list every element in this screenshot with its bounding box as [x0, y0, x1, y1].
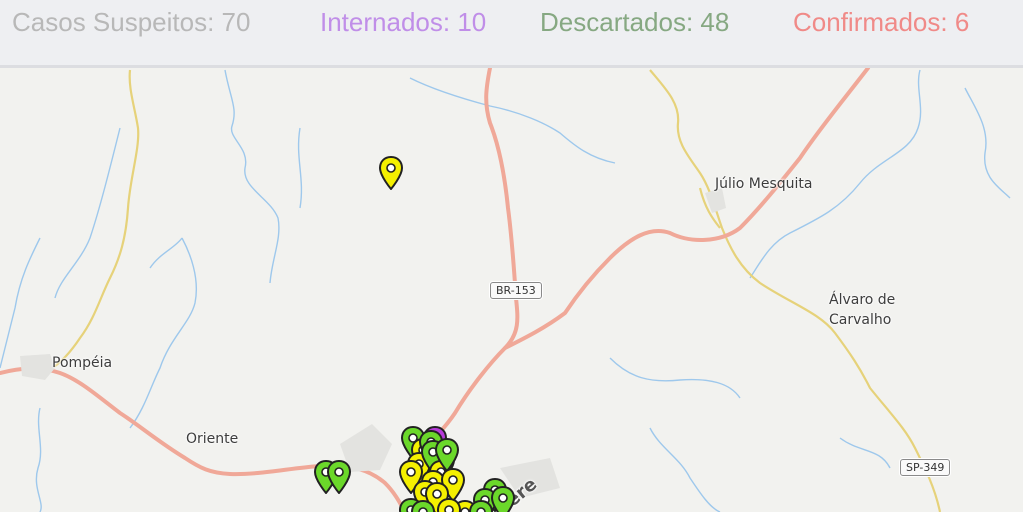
map-pin-green-icon[interactable]: [468, 500, 494, 512]
place-label-pompeia: Pompéia: [52, 355, 113, 371]
map-pin-yellow-icon[interactable]: [436, 498, 462, 512]
confirmed-count: Confirmados: 6: [793, 7, 970, 37]
map-pin-green-icon[interactable]: [434, 438, 460, 472]
map-view[interactable]: Júlio Mesquita Álvaro de Carvalho Pompéi…: [0, 68, 1023, 512]
urban-areas: [20, 188, 726, 498]
map-pin-yellow-icon[interactable]: [378, 156, 404, 190]
map-pin-green-icon[interactable]: [326, 460, 352, 494]
map-pin-green-icon[interactable]: [410, 500, 436, 512]
suspected-cases-count: Casos Suspeitos: 70: [12, 7, 251, 37]
stats-bar: Casos Suspeitos: 70 Internados: 10 Desca…: [0, 0, 1023, 68]
place-label-oriente: Oriente: [186, 431, 239, 447]
place-label-alvaro-de-carvalho-line1: Álvaro de: [829, 292, 896, 308]
discarded-count: Descartados: 48: [540, 7, 730, 37]
road-shield-br-153: BR-153: [490, 282, 542, 299]
hospitalized-count: Internados: 10: [320, 7, 487, 37]
road-shield-sp-349: SP-349: [900, 459, 951, 476]
place-label-alvaro-de-carvalho-line2: Carvalho: [829, 312, 892, 328]
place-label-julio-mesquita: Júlio Mesquita: [715, 176, 813, 192]
